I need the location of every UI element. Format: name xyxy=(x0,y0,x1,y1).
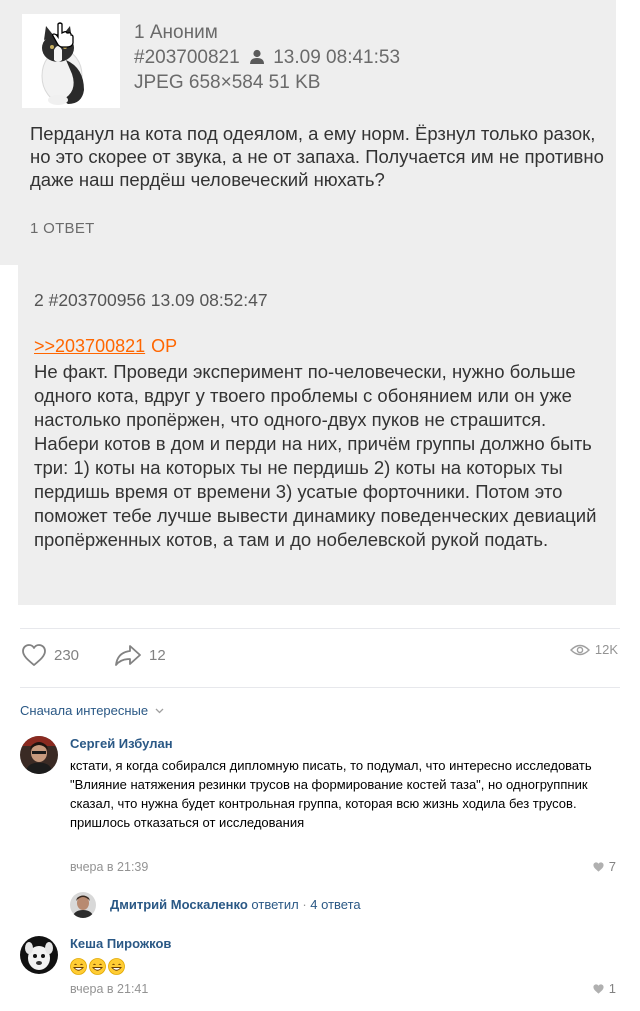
heart-icon xyxy=(593,983,604,994)
grin-emoji-icon xyxy=(70,958,87,975)
share-icon xyxy=(115,645,141,666)
sort-label: Сначала интересные xyxy=(20,703,149,718)
views-counter: 12K xyxy=(569,642,618,657)
comment-emojis xyxy=(70,956,618,975)
post-1-title-line: 1 Аноним xyxy=(134,20,400,45)
reply-link[interactable]: >>203700821 xyxy=(34,336,145,356)
share-button[interactable]: 12 xyxy=(113,642,166,668)
post-1-text: Перданул на кота под одеялом, а ему норм… xyxy=(30,123,604,190)
heart-icon xyxy=(593,861,604,872)
avatar[interactable] xyxy=(20,936,58,974)
comment-author[interactable]: Сергей Избулан xyxy=(70,736,173,751)
reply-count[interactable]: 4 ответа xyxy=(310,897,360,912)
user-icon xyxy=(249,49,264,64)
comment-like-count: 1 xyxy=(608,981,616,996)
comments-sort[interactable]: Сначала интересные xyxy=(20,703,164,718)
eye-icon xyxy=(569,644,590,655)
cursor-hand-icon xyxy=(52,22,74,48)
replies-count[interactable]: 1 ОТВЕТ xyxy=(30,220,95,237)
share-count: 12 xyxy=(149,646,166,664)
post-actions: 230 12 12K xyxy=(20,642,620,672)
post-2-header: 2 #203700956 13.09 08:52:47 xyxy=(34,290,268,310)
comment-like-button[interactable]: 1 xyxy=(592,981,616,996)
post-1-meta-line: #203700821 13.09 08:41:53 xyxy=(134,45,400,70)
grin-emoji-icon xyxy=(89,958,106,975)
post-1: 1 Аноним #203700821 13.09 08:41:53 JPEG … xyxy=(0,0,616,265)
chevron-down-icon xyxy=(155,708,164,714)
reply-thread-text: Дмитрий Москаленко ответил · 4 ответа xyxy=(110,897,361,912)
post-1-header: 1 Аноним #203700821 13.09 08:41:53 JPEG … xyxy=(134,20,400,95)
post-author: Аноним xyxy=(149,22,218,43)
comment-date[interactable]: вчера в 21:41 xyxy=(70,982,148,996)
comment-like-button[interactable]: 7 xyxy=(592,859,616,874)
avatar[interactable] xyxy=(20,736,58,774)
divider xyxy=(20,687,620,688)
grin-emoji-icon xyxy=(108,958,125,975)
reply-author[interactable]: Дмитрий Москаленко xyxy=(110,897,248,912)
comment: Кеша Пирожков вчера в 21:41 1 xyxy=(20,936,620,1002)
like-count: 230 xyxy=(54,646,80,664)
file-info: JPEG 658×584 51 KB xyxy=(134,72,321,93)
comment: Сергей Избулан кстати, я когда собирался… xyxy=(20,736,620,874)
post-number: 1 xyxy=(134,22,145,43)
divider xyxy=(20,628,620,629)
like-button[interactable]: 230 xyxy=(20,642,79,668)
comment-like-count: 7 xyxy=(608,859,616,874)
comment-text: кстати, я когда собирался дипломную писа… xyxy=(70,758,592,830)
op-label: OP xyxy=(151,336,178,356)
views-count: 12K xyxy=(594,642,618,657)
post-id: #203700821 xyxy=(134,47,240,68)
comment-author[interactable]: Кеша Пирожков xyxy=(70,936,171,951)
avatar[interactable] xyxy=(70,892,96,918)
post-screenshot: 1 Аноним #203700821 13.09 08:41:53 JPEG … xyxy=(0,0,640,628)
reply-separator: · xyxy=(302,897,307,912)
heart-icon xyxy=(22,644,46,666)
post-datetime: 13.09 08:41:53 xyxy=(273,47,401,68)
reply-action: ответил xyxy=(251,897,299,912)
post-2-reply-line: >>203700821 OP xyxy=(34,336,177,357)
post-2-text: Не факт. Проведи эксперимент по-человече… xyxy=(34,361,597,550)
comment-date[interactable]: вчера в 21:39 xyxy=(70,860,148,874)
